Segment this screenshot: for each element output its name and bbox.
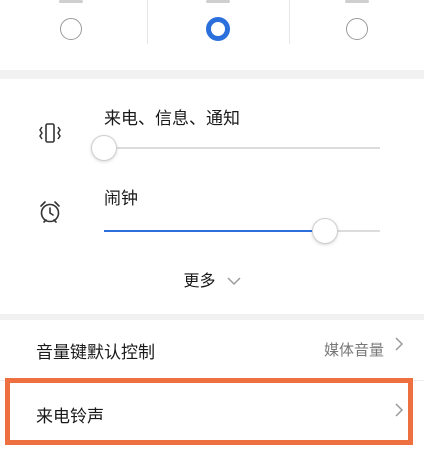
mode-label-stub — [344, 0, 369, 3]
alarm-volume-item: 闹钟 — [0, 184, 424, 264]
alarm-volume-slider[interactable] — [104, 218, 380, 244]
mode-radio-2-selected[interactable] — [205, 17, 230, 41]
mode-option-2[interactable] — [147, 0, 288, 70]
highlight-box — [5, 378, 413, 445]
mode-radio-3[interactable] — [345, 18, 368, 40]
alarm-volume-label: 闹钟 — [104, 189, 138, 209]
volume-key-default-title: 音量键默认控制 — [36, 343, 155, 363]
ringer-volume-thumb[interactable] — [91, 135, 117, 161]
section-gap — [0, 70, 424, 79]
mode-option-1[interactable] — [0, 0, 141, 70]
alarm-volume-thumb[interactable] — [311, 218, 338, 244]
mode-label-stub — [205, 0, 230, 3]
volume-key-default-value: 媒体音量 — [323, 341, 384, 359]
volume-key-default-row[interactable]: 音量键默认控制 媒体音量 — [0, 320, 424, 380]
more-volume-button[interactable]: 更多 — [0, 267, 424, 291]
more-label: 更多 — [183, 271, 216, 290]
alarm-clock-icon — [40, 201, 60, 223]
sound-mode-selector — [0, 0, 424, 70]
chevron-down-icon — [227, 277, 241, 286]
ringer-volume-item: 来电、信息、通知 — [0, 99, 424, 179]
chevron-right-icon — [395, 337, 404, 351]
mode-option-3[interactable] — [289, 0, 424, 70]
ringer-volume-label: 来电、信息、通知 — [104, 109, 240, 129]
mode-radio-1[interactable] — [59, 18, 82, 40]
mode-label-stub — [58, 0, 83, 3]
vibrate-icon — [39, 123, 61, 143]
alarm-volume-fill — [104, 230, 325, 232]
ringer-volume-slider[interactable] — [91, 135, 380, 161]
